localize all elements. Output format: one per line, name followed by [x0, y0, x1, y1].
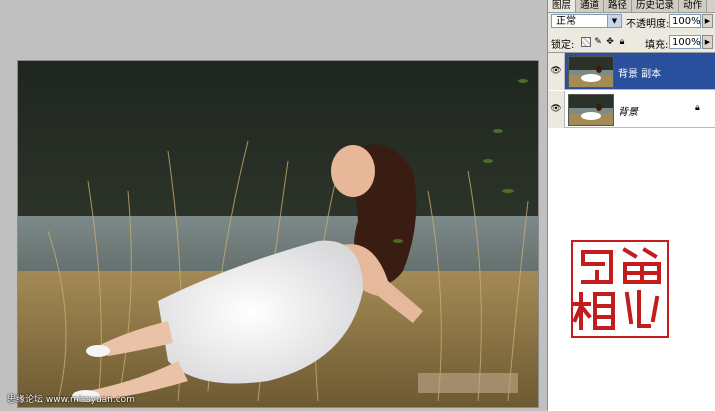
document-canvas[interactable] — [18, 61, 538, 407]
eye-icon[interactable]: 👁︎ — [548, 53, 565, 90]
blend-row: 正常 ▼ 不透明度: 100% ▶ — [548, 13, 715, 31]
lock-icon: 🔒︎ — [695, 103, 700, 113]
lock-icon[interactable]: 🔒︎ — [617, 37, 627, 47]
fill-slider-button[interactable]: ▶ — [702, 35, 713, 49]
opacity-input[interactable]: 100% — [669, 14, 701, 28]
blend-mode-value: 正常 — [556, 16, 576, 27]
layer-row-background[interactable]: 👁︎ 背景 🔒︎ — [548, 91, 715, 128]
opacity-label: 不透明度: — [626, 19, 670, 30]
opacity-slider-button[interactable]: ▶ — [702, 14, 713, 28]
lock-row: 锁定: ✎ ✥ 🔒︎ 填充: 100% ▶ — [548, 34, 715, 52]
brush-icon[interactable]: ✎ — [593, 37, 603, 47]
canvas-workspace[interactable]: 思缘论坛 www.missyuan.com — [0, 0, 547, 410]
layer-thumbnail — [568, 94, 614, 126]
tab-actions[interactable]: 动作 — [679, 0, 708, 12]
eye-icon[interactable]: 👁︎ — [548, 91, 565, 128]
layer-name[interactable]: 背景 副本 — [618, 65, 661, 80]
layers-panel: 图层 通道 路径 历史记录 动作 正常 ▼ 不透明度: 100% ▶ 锁定: ✎… — [547, 0, 715, 411]
seal-stamp — [571, 240, 669, 338]
seal-graphic — [572, 247, 661, 330]
blend-mode-select[interactable]: 正常 ▼ — [551, 14, 622, 28]
tab-history[interactable]: 历史记录 — [632, 0, 680, 12]
layers-list: 👁︎ 背景 副本 👁︎ 背景 🔒︎ — [548, 52, 715, 411]
tab-channels[interactable]: 通道 — [576, 0, 605, 12]
dropdown-arrow-icon[interactable]: ▼ — [607, 15, 621, 27]
layer-name[interactable]: 背景 — [618, 103, 638, 118]
fill-input[interactable]: 100% — [669, 35, 701, 49]
fill-label: 填充: — [645, 40, 669, 51]
photo-image — [18, 61, 538, 407]
move-icon[interactable]: ✥ — [605, 37, 615, 47]
watermark-text: 思缘论坛 www.missyuan.com — [7, 395, 135, 405]
layer-row-background-copy[interactable]: 👁︎ 背景 副本 — [548, 53, 715, 90]
lock-label: 锁定: — [551, 40, 575, 51]
layer-thumbnail — [568, 56, 614, 88]
tab-layers[interactable]: 图层 — [548, 0, 577, 12]
tab-paths[interactable]: 路径 — [604, 0, 633, 12]
transparency-icon[interactable] — [581, 37, 591, 47]
panel-tabs: 图层 通道 路径 历史记录 动作 — [548, 0, 715, 13]
